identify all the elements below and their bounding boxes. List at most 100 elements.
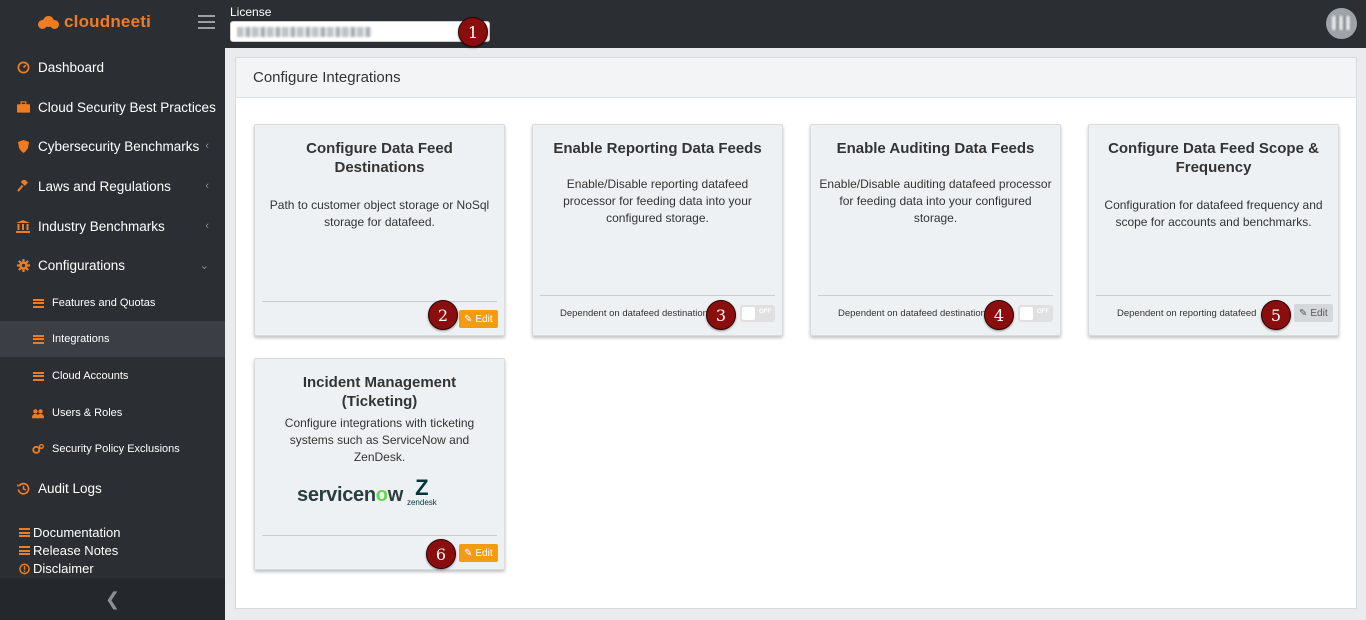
sidebar-item-audit-logs[interactable]: Audit Logs xyxy=(0,470,225,506)
sidebar-item-label: Cloud Security Best Practices xyxy=(38,99,216,115)
sidebar-item-cloud-security-best-practices[interactable]: Cloud Security Best Practices xyxy=(0,89,225,125)
toggle-label: OFF xyxy=(1037,309,1049,315)
edit-scope-frequency-button[interactable]: ✎ Edit xyxy=(1294,304,1333,322)
exclamation-circle-icon xyxy=(19,563,30,575)
list-icon xyxy=(32,370,44,382)
disclaimer-label: Disclaimer xyxy=(33,561,94,576)
sidebar-subitem-cloud-accounts[interactable]: Cloud Accounts xyxy=(0,358,225,394)
annotation-badge-3: 3 xyxy=(706,300,736,330)
sidebar-item-dashboard[interactable]: Dashboard xyxy=(0,49,225,85)
user-avatar[interactable] xyxy=(1326,8,1357,39)
release-notes-link[interactable]: Release Notes xyxy=(19,543,118,558)
ticketing-logos: servicenow Zzendesk xyxy=(297,475,437,508)
institution-icon xyxy=(16,219,30,233)
card-incident-management: Incident Management (Ticketing) Configur… xyxy=(254,358,505,570)
card-data-feed-scope-frequency: Configure Data Feed Scope & Frequency Co… xyxy=(1088,124,1339,336)
card-data-feed-destinations: Configure Data Feed Destinations Path to… xyxy=(254,124,505,336)
sidebar-subitem-label: Integrations xyxy=(52,333,110,345)
sidebar-subitem-integrations[interactable]: Integrations xyxy=(0,321,225,357)
cloud-logo-icon xyxy=(38,14,60,30)
edit-label: Edit xyxy=(475,313,493,325)
card-divider xyxy=(262,301,497,302)
documentation-label: Documentation xyxy=(33,525,121,540)
license-value-redacted xyxy=(237,27,372,37)
license-label: License xyxy=(230,5,272,19)
menu-toggle-icon[interactable] xyxy=(198,15,215,29)
gavel-icon xyxy=(16,179,30,193)
auditing-datafeed-toggle[interactable]: OFF xyxy=(1018,305,1053,322)
documentation-link[interactable]: Documentation xyxy=(19,525,120,540)
card-divider xyxy=(540,295,775,296)
sidebar-subitem-features-and-quotas[interactable]: Features and Quotas xyxy=(0,285,225,321)
sidebar-item-laws-and-regulations[interactable]: Laws and Regulations ‹ xyxy=(0,168,225,204)
gauge-icon xyxy=(16,60,30,74)
sidebar-subitem-label: Security Policy Exclusions xyxy=(52,443,180,455)
card-title: Configure Data Feed Destinations xyxy=(306,140,453,176)
list-icon xyxy=(19,528,30,537)
list-icon xyxy=(19,546,30,555)
dependency-note: Dependent on datafeed destinations xyxy=(838,308,990,319)
card-title: Enable Auditing Data Feeds xyxy=(836,140,1035,157)
sidebar-item-label: Dashboard xyxy=(38,59,105,75)
briefcase-icon xyxy=(16,100,30,114)
card-reporting-data-feeds: Enable Reporting Data Feeds Enable/Disab… xyxy=(532,124,783,336)
edit-icon: ✎ xyxy=(464,547,473,559)
card-divider xyxy=(818,295,1053,296)
card-divider xyxy=(262,535,497,536)
card-description: Enable/Disable reporting datafeed proces… xyxy=(563,177,752,225)
annotation-badge-4: 4 xyxy=(984,300,1014,330)
chevron-left-icon: ‹ xyxy=(205,220,209,232)
sidebar-item-industry-benchmarks[interactable]: Industry Benchmarks ‹ xyxy=(0,208,225,244)
card-description: Path to customer object storage or NoSql… xyxy=(269,198,490,229)
sidebar-item-label: Cybersecurity Benchmarks xyxy=(38,138,200,154)
chevron-left-icon: ‹ xyxy=(205,180,209,192)
disclaimer-link[interactable]: Disclaimer xyxy=(19,561,94,576)
gear-icon xyxy=(16,258,30,272)
sidebar-item-cybersecurity-benchmarks[interactable]: Cybersecurity Benchmarks ‹ xyxy=(0,128,225,164)
gears-icon xyxy=(32,443,44,455)
chevron-left-icon: ‹ xyxy=(205,140,209,152)
card-description: Configure integrations with ticketing sy… xyxy=(284,416,475,464)
users-icon xyxy=(32,407,44,419)
servicenow-logo: servicenow xyxy=(297,484,403,506)
card-auditing-data-feeds: Enable Auditing Data Feeds Enable/Disabl… xyxy=(810,124,1061,336)
edit-label: Edit xyxy=(1310,307,1328,319)
sidebar-item-label: Laws and Regulations xyxy=(38,178,171,194)
brand-name: cloudneeti xyxy=(64,12,152,31)
release-notes-label: Release Notes xyxy=(33,543,119,558)
dependency-note: Dependent on reporting datafeed xyxy=(1117,308,1257,319)
edit-icon: ✎ xyxy=(1299,307,1308,319)
list-icon xyxy=(32,297,44,309)
integrations-panel: Configure Integrations Configure Data Fe… xyxy=(235,57,1357,609)
chevron-down-icon: ⌄ xyxy=(199,259,209,272)
sidebar-subitem-label: Features and Quotas xyxy=(52,297,156,309)
card-title: Configure Data Feed Scope & Frequency xyxy=(1108,140,1319,176)
collapse-sidebar-button[interactable]: ❮ xyxy=(0,578,225,620)
reporting-datafeed-toggle[interactable]: OFF xyxy=(740,305,775,322)
edit-icon: ✎ xyxy=(464,313,473,325)
sidebar-subitem-users-and-roles[interactable]: Users & Roles xyxy=(0,395,225,431)
sidebar-item-label: Audit Logs xyxy=(38,480,102,496)
brand-logo[interactable]: cloudneeti xyxy=(38,12,151,32)
chevron-left-icon: ❮ xyxy=(104,588,121,609)
sidebar-item-configurations[interactable]: Configurations ⌄ xyxy=(0,247,225,283)
sidebar: Dashboard Cloud Security Best Practices … xyxy=(0,48,225,620)
edit-incident-management-button[interactable]: ✎ Edit xyxy=(459,544,498,562)
license-select[interactable] xyxy=(230,21,490,42)
edit-data-feed-destinations-button[interactable]: ✎ Edit xyxy=(459,310,498,328)
card-description: Configuration for datafeed frequency and… xyxy=(1104,198,1323,229)
history-icon xyxy=(16,481,30,495)
card-title: Incident Management (Ticketing) xyxy=(302,374,457,410)
sidebar-subitem-security-policy-exclusions[interactable]: Security Policy Exclusions xyxy=(0,431,225,467)
top-bar: cloudneeti License 1 xyxy=(0,0,1366,48)
page-title: Configure Integrations xyxy=(236,58,1356,98)
zendesk-logo: Zzendesk xyxy=(406,475,437,508)
annotation-badge-5: 5 xyxy=(1261,300,1291,330)
card-divider xyxy=(1096,295,1331,296)
sidebar-subitem-label: Users & Roles xyxy=(52,407,123,419)
list-icon xyxy=(32,333,44,345)
sidebar-item-label: Configurations xyxy=(38,257,126,273)
card-title: Enable Reporting Data Feeds xyxy=(553,140,762,157)
toggle-label: OFF xyxy=(759,309,771,315)
shield-icon xyxy=(16,139,30,153)
